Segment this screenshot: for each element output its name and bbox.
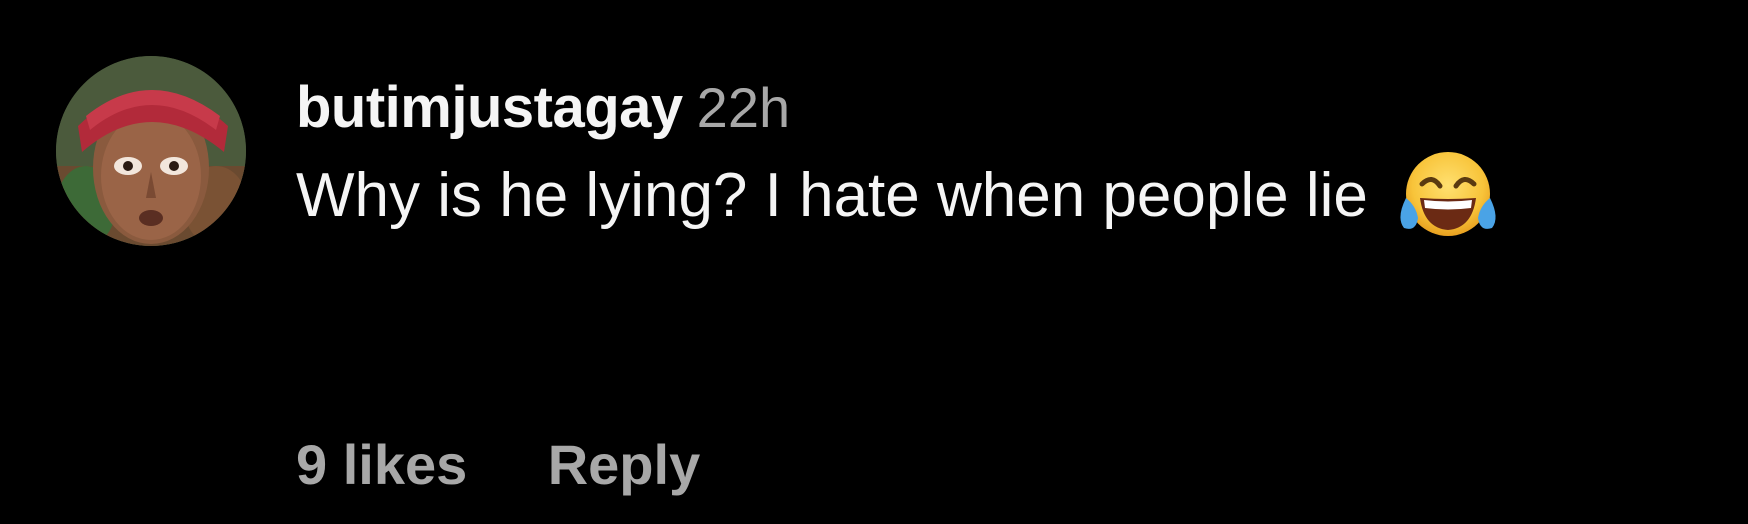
comment-text: Why is he lying? I hate when people lie <box>296 161 1368 230</box>
comment-actions: 9 likes Reply <box>296 430 700 500</box>
comment-body: butimjustagay 22h Why is he lying? I hate… <box>296 72 1716 244</box>
reply-button[interactable]: Reply <box>548 430 701 500</box>
comment: butimjustagay 22h Why is he lying? I hate… <box>0 0 1748 524</box>
avatar[interactable] <box>56 56 246 246</box>
likes-count[interactable]: 9 likes <box>296 430 467 500</box>
face-with-tears-of-joy-icon <box>1396 148 1500 244</box>
comment-text-block: Why is he lying? I hate when people lie <box>296 148 1716 244</box>
avatar-image <box>56 56 246 246</box>
comment-header: butimjustagay 22h <box>296 72 1716 144</box>
timestamp: 22h <box>696 76 791 139</box>
username[interactable]: butimjustagay <box>296 75 683 140</box>
